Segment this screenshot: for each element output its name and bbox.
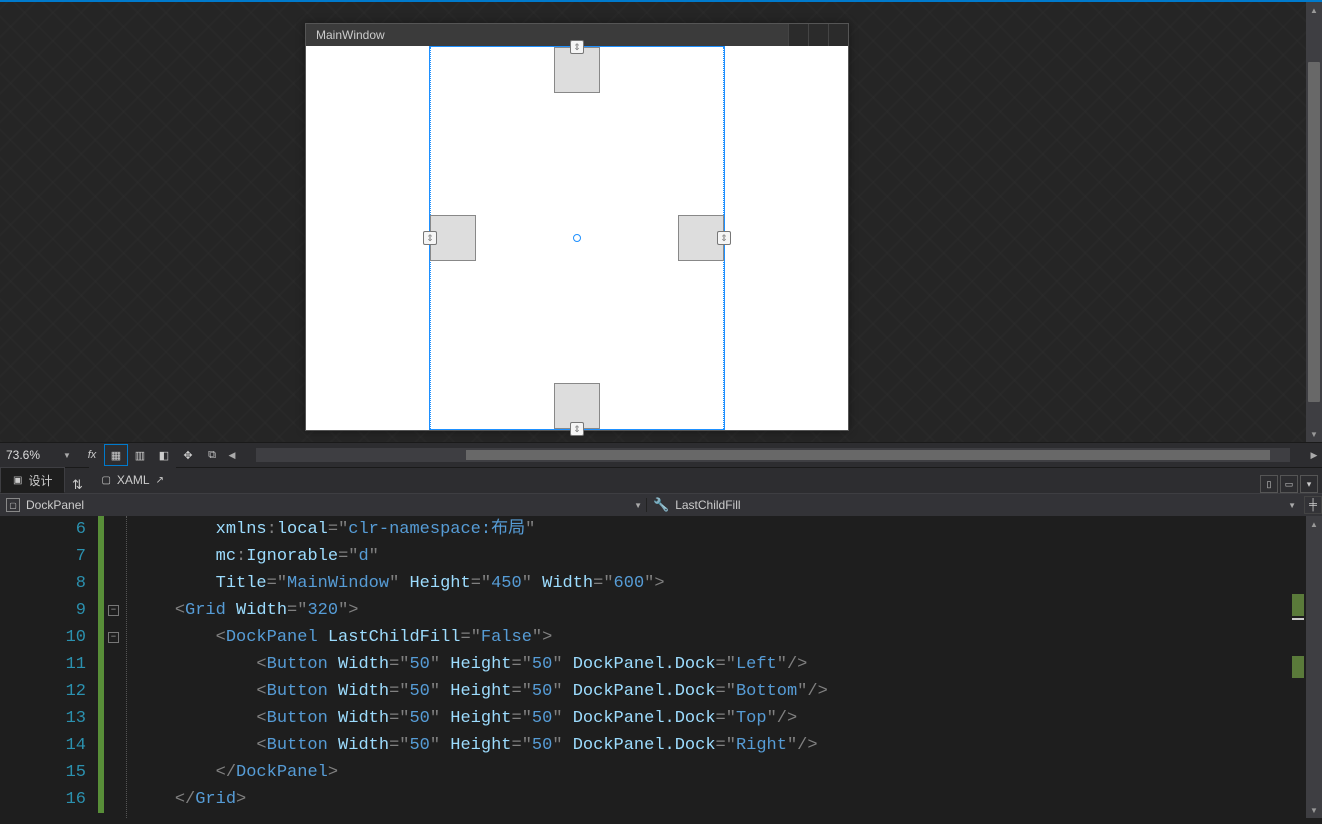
resize-handle-right[interactable] [717, 231, 731, 245]
designer-horizontal-scrollbar[interactable] [256, 448, 1290, 462]
design-tab-icon: ▣ [13, 475, 22, 486]
tab-xaml-label: XAML [117, 473, 150, 487]
close-icon [828, 24, 848, 46]
code-line[interactable]: <DockPanel LastChildFill="False"> [134, 624, 1306, 651]
editor-vertical-scrollbar[interactable]: ▲ ▼ [1306, 516, 1322, 818]
split-horizontal-button[interactable]: ▭ [1280, 475, 1298, 493]
popout-icon[interactable]: ↗ [156, 475, 164, 486]
fold-column: − − [106, 516, 124, 818]
split-view-buttons: ▯ ▭ ▾ [1260, 475, 1322, 493]
swap-panes-button[interactable]: ⇅ [65, 477, 89, 493]
scroll-down-icon[interactable]: ▼ [1306, 426, 1322, 442]
resize-handle-left[interactable] [423, 231, 437, 245]
resize-handle-bottom[interactable] [570, 422, 584, 436]
code-content[interactable]: xmlns:local="clr-namespace:布局" mc:Ignora… [134, 516, 1306, 818]
line-number: 8 [0, 570, 86, 597]
zoom-dropdown-icon[interactable]: ▼ [60, 451, 74, 460]
tab-xaml[interactable]: ▢ XAML ↗ [89, 467, 176, 493]
maximize-icon [808, 24, 828, 46]
snaplines-button[interactable]: ▥ [128, 444, 152, 466]
code-line[interactable]: <Button Width="50" Height="50" DockPanel… [134, 732, 1306, 759]
hscroll-thumb[interactable] [466, 450, 1270, 460]
selected-dockpanel[interactable] [429, 46, 725, 430]
minimize-icon [788, 24, 808, 46]
scroll-down-icon[interactable]: ▼ [1306, 802, 1322, 818]
fold-toggle[interactable]: − [108, 605, 119, 616]
line-number: 13 [0, 705, 86, 732]
code-line[interactable]: <Grid Width="320"> [134, 597, 1306, 624]
preview-window-buttons [788, 24, 848, 46]
line-number: 7 [0, 543, 86, 570]
toggle-c-button[interactable]: ⧉ [200, 444, 224, 466]
code-line[interactable]: <Button Width="50" Height="50" DockPanel… [134, 678, 1306, 705]
scroll-up-icon[interactable]: ▲ [1306, 2, 1322, 18]
hscroll-right-icon[interactable]: ▶ [1306, 444, 1322, 466]
overview-ruler [1292, 516, 1304, 818]
designer-toolbar: 73.6% ▼ fx ▦ ▥ ◧ ✥ ⧉ ◀ ▶ [0, 442, 1322, 468]
center-handle[interactable] [573, 234, 581, 242]
resize-handle-top[interactable] [570, 40, 584, 54]
effects-button[interactable]: fx [80, 444, 104, 466]
designer-panel: MainWindow [0, 0, 1322, 442]
tab-design[interactable]: ▣ 设计 [0, 467, 65, 493]
collapse-pane-button[interactable]: ▾ [1300, 475, 1318, 493]
hscroll-left-icon[interactable]: ◀ [224, 444, 240, 466]
scrollbar-thumb[interactable] [1308, 62, 1320, 402]
change-margin [98, 516, 106, 818]
split-vertical-button[interactable]: ▯ [1260, 475, 1278, 493]
overview-caret [1292, 618, 1304, 620]
preview-window-title: MainWindow [316, 28, 385, 42]
code-line[interactable]: <Button Width="50" Height="50" DockPanel… [134, 651, 1306, 678]
preview-window[interactable]: MainWindow [305, 23, 849, 431]
preview-client-area[interactable] [306, 46, 848, 430]
element-icon: ▢ [6, 498, 20, 512]
line-number: 16 [0, 786, 86, 813]
code-line[interactable]: mc:Ignorable="d" [134, 543, 1306, 570]
xaml-tab-icon: ▢ [101, 475, 110, 486]
scroll-up-icon[interactable]: ▲ [1306, 516, 1322, 532]
wrench-icon: 🔧 [653, 497, 669, 513]
code-line[interactable]: Title="MainWindow" Height="450" Width="6… [134, 570, 1306, 597]
chevron-down-icon: ▼ [634, 501, 642, 510]
line-number: 12 [0, 678, 86, 705]
line-number: 11 [0, 651, 86, 678]
fold-toggle[interactable]: − [108, 632, 119, 643]
toggle-a-button[interactable]: ◧ [152, 444, 176, 466]
grid-snap-button[interactable]: ▦ [104, 444, 128, 466]
change-indicator [98, 516, 104, 813]
member-label: LastChildFill [675, 498, 740, 512]
code-line[interactable]: <Button Width="50" Height="50" DockPanel… [134, 705, 1306, 732]
overview-change-mark [1292, 656, 1304, 678]
zoom-level[interactable]: 73.6% [0, 448, 60, 462]
toggle-b-button[interactable]: ✥ [176, 444, 200, 466]
line-number: 9 [0, 597, 86, 624]
tab-design-label: 设计 [28, 472, 52, 489]
line-number: 10 [0, 624, 86, 651]
chevron-down-icon: ▼ [1288, 501, 1296, 510]
member-dropdown[interactable]: 🔧 LastChildFill ▼ [647, 497, 1300, 513]
line-number: 6 [0, 516, 86, 543]
line-number-gutter: 678910111213141516 [0, 516, 98, 818]
element-path-dropdown[interactable]: ▢ DockPanel ▼ [0, 498, 647, 512]
design-surface[interactable]: MainWindow [0, 2, 1306, 442]
line-number: 14 [0, 732, 86, 759]
code-line[interactable]: </Grid> [134, 786, 1306, 813]
code-editor[interactable]: 678910111213141516 − − xmlns:local="clr-… [0, 516, 1322, 818]
overview-change-mark [1292, 594, 1304, 616]
element-path-label: DockPanel [26, 498, 84, 512]
indent-guides [124, 516, 134, 818]
pane-tabs: ▣ 设计 ⇅ ▢ XAML ↗ ▯ ▭ ▾ [0, 468, 1322, 494]
line-number: 15 [0, 759, 86, 786]
code-line[interactable]: </DockPanel> [134, 759, 1306, 786]
code-line[interactable]: xmlns:local="clr-namespace:布局" [134, 516, 1306, 543]
designer-vertical-scrollbar[interactable]: ▲ ▼ [1306, 2, 1322, 442]
navigation-bar: ▢ DockPanel ▼ 🔧 LastChildFill ▼ ╪ [0, 494, 1322, 516]
